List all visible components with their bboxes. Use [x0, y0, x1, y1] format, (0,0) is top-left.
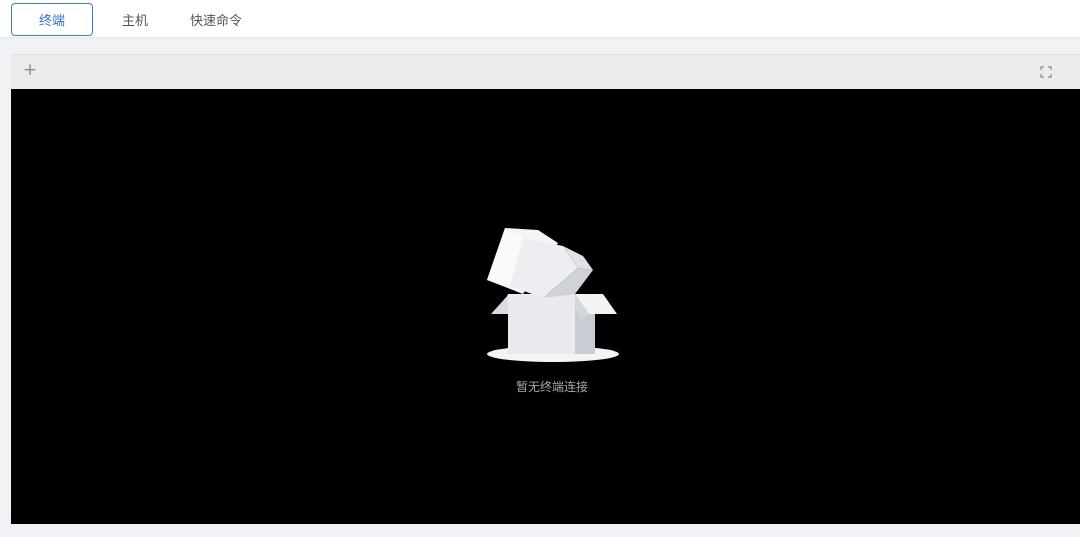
tab-bar: 终端 主机 快速命令: [0, 0, 1080, 38]
fullscreen-icon: [1040, 66, 1052, 78]
terminal-toolbar: +: [11, 54, 1080, 89]
empty-state-text: 暂无终端连接: [515, 380, 588, 394]
fullscreen-button[interactable]: [1038, 64, 1054, 80]
tab-label: 终端: [38, 14, 65, 29]
tab-label: 主机: [121, 14, 148, 29]
add-terminal-button[interactable]: +: [21, 60, 39, 80]
empty-box-icon: [487, 228, 619, 362]
tab-terminal[interactable]: 终端: [11, 3, 93, 36]
tab-hosts[interactable]: 主机: [104, 3, 166, 36]
terminal-area[interactable]: 暂无终端连接: [11, 89, 1080, 524]
tab-label: 快速命令: [189, 14, 242, 29]
plus-icon: +: [22, 60, 38, 80]
tab-quick-commands[interactable]: 快速命令: [180, 3, 252, 36]
